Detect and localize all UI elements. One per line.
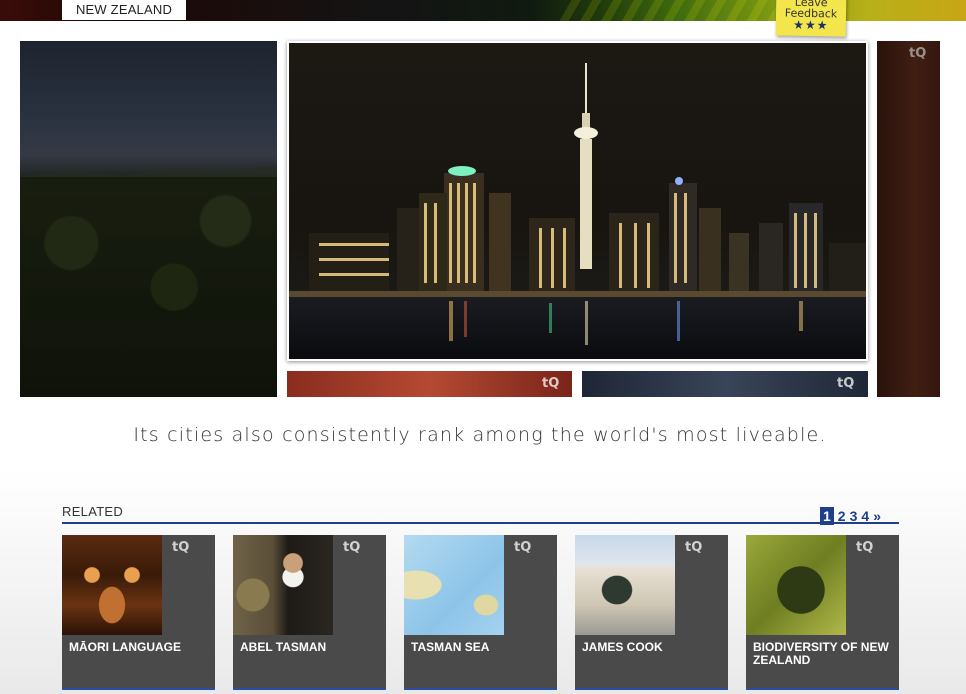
page-3-link[interactable]: 3 (850, 507, 858, 525)
landscape-hills (20, 165, 277, 213)
slide-caption: Its cities also consistently rank among … (133, 424, 827, 446)
tasman-sea-map-image (404, 535, 504, 635)
star-icon: ★★★ (793, 17, 829, 33)
tq-logo-icon: tQ (856, 540, 874, 555)
biodiversity-moss-image (746, 535, 846, 635)
tq-logo-icon: tQ (837, 376, 855, 391)
skyline-graphic (289, 63, 866, 359)
related-card-title: ABEL TASMAN (240, 640, 327, 654)
carousel-slide-next[interactable]: tQ (877, 41, 940, 397)
page-2-link[interactable]: 2 (838, 507, 846, 525)
related-card-abel-tasman[interactable]: tQ ABEL TASMAN (233, 535, 386, 690)
related-card-james-cook[interactable]: tQ JAMES COOK (575, 535, 728, 690)
region-tab[interactable]: NEW ZEALAND (62, 0, 186, 20)
related-card-biodiversity[interactable]: tQ BIODIVERSITY OF NEW ZEALAND (746, 535, 899, 690)
related-card-title: MĀORI LANGUAGE (69, 640, 181, 654)
related-card-title: TASMAN SEA (411, 640, 490, 654)
abel-tasman-portrait-image (233, 535, 333, 635)
tq-logo-icon: tQ (542, 376, 560, 391)
carousel-slide-active[interactable] (287, 41, 868, 361)
tq-logo-icon: tQ (685, 540, 703, 555)
carousel-thumb-portrait[interactable]: tQ (582, 371, 868, 397)
related-pagination: 1 2 3 4» (820, 507, 885, 526)
related-card-tasman-sea[interactable]: tQ TASMAN SEA (404, 535, 557, 690)
tq-logo-icon: tQ (909, 46, 927, 61)
related-heading: RELATED (62, 504, 124, 519)
tq-logo-icon: tQ (343, 540, 361, 555)
related-card-maori-language[interactable]: tQ MĀORI LANGUAGE (62, 535, 215, 690)
tq-logo-icon: tQ (514, 540, 532, 555)
auckland-skyline-photo (289, 43, 866, 359)
carousel-thumb-flag[interactable]: tQ (287, 371, 572, 397)
related-card-title: BIODIVERSITY OF NEW ZEALAND (753, 640, 889, 667)
page-1-link[interactable]: 1 (820, 507, 834, 525)
related-card-title: JAMES COOK (582, 640, 663, 654)
page-4-link[interactable]: 4 (861, 507, 869, 525)
related-divider (62, 522, 899, 524)
leave-feedback-note[interactable]: Leave Feedback ★★★ (775, 0, 847, 37)
landscape-bush (20, 177, 277, 397)
james-cook-statue-image (575, 535, 675, 635)
next-page-link[interactable]: » (873, 507, 881, 525)
carousel-slide-prev[interactable] (20, 41, 277, 397)
tq-logo-icon: tQ (172, 540, 190, 555)
maori-carving-image (62, 535, 162, 635)
